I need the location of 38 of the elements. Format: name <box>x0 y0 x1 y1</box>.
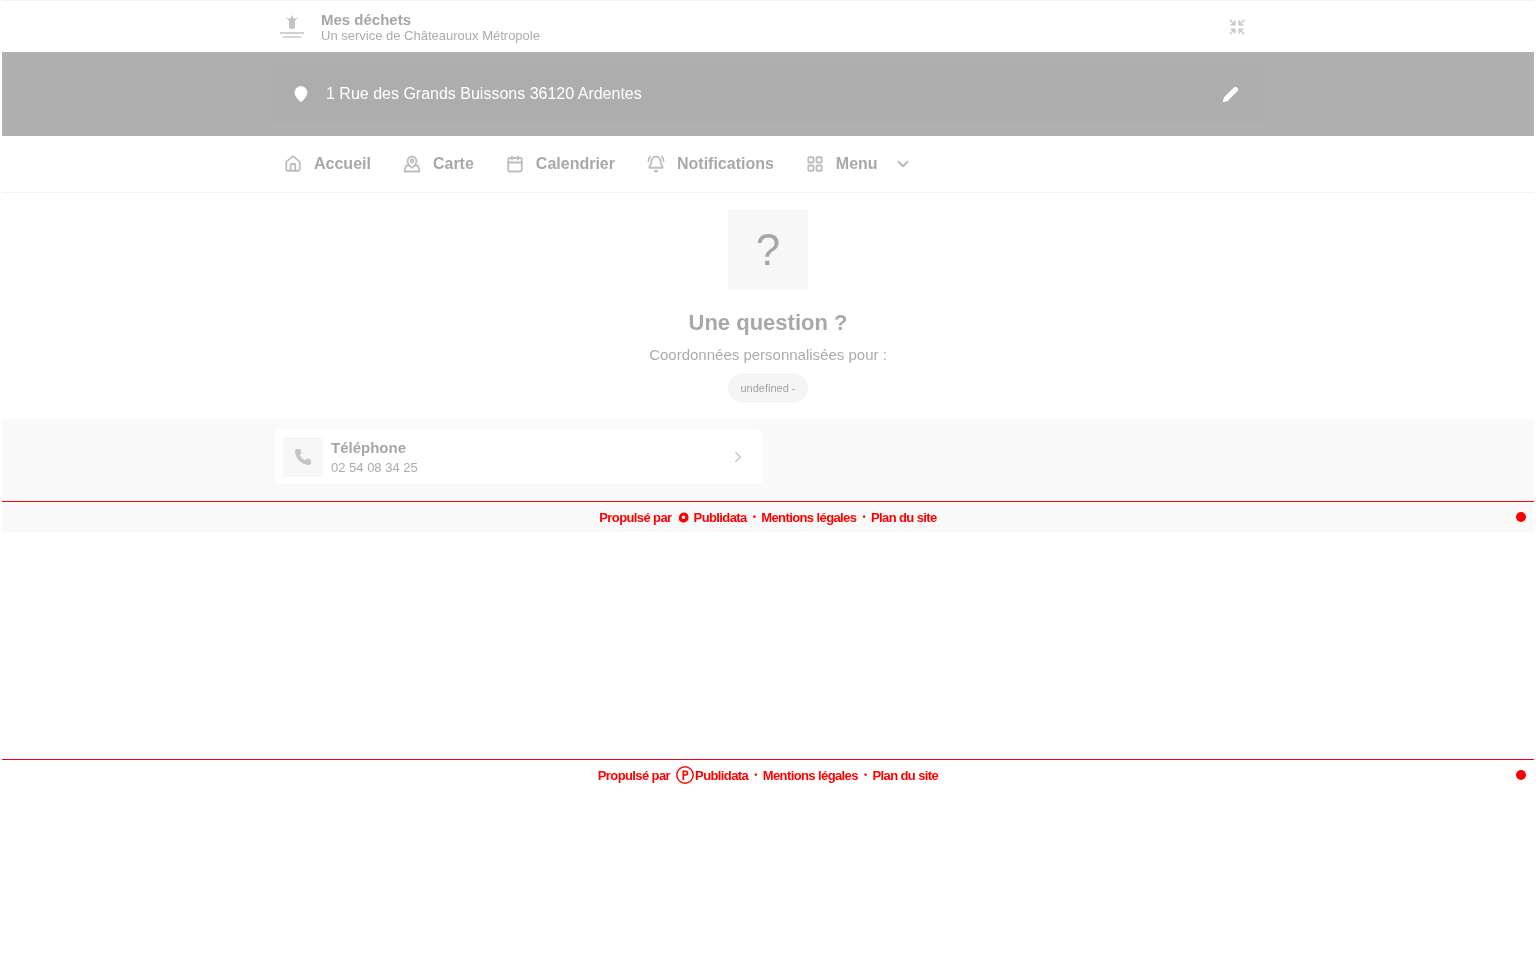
collapse-icon <box>1228 17 1246 36</box>
question-mark-tile: ? <box>728 210 808 290</box>
app-subtitle: Un service de Châteauroux Métropole <box>321 28 540 42</box>
location-pin-icon <box>292 85 310 103</box>
footer-link[interactable]: Mentions légales <box>761 510 857 524</box>
map-icon <box>402 155 421 173</box>
address-tag: undefined - <box>728 373 808 403</box>
nav-link[interactable]: Calendrier <box>495 144 625 184</box>
brand-link[interactable]: Publidata <box>677 510 747 524</box>
calendar-icon <box>505 155 524 173</box>
contact-title: Une question ? <box>688 312 848 334</box>
separator-dot: • <box>863 770 867 780</box>
contact-card[interactable]: Téléphone 02 54 08 34 25 <box>275 429 763 484</box>
grid-icon <box>805 155 824 173</box>
footer-link[interactable]: Plan du site <box>870 510 937 524</box>
menu-dropdown[interactable]: Menu <box>795 144 922 184</box>
powered-by-text: Propulsé par <box>597 768 671 782</box>
footer-link[interactable]: Plan du site <box>872 768 939 782</box>
separator-dot: • <box>752 512 756 522</box>
separator-dot: • <box>754 770 757 780</box>
contact-subtitle: Coordonnées personnalisées pour : <box>649 347 887 362</box>
logo-icon <box>677 511 689 523</box>
separator-dot: • <box>862 512 865 522</box>
phone-number: 02 54 08 34 25 <box>331 460 419 474</box>
home-icon <box>284 155 302 173</box>
contact-label: Téléphone <box>331 439 407 455</box>
nav-link[interactable]: Carte <box>392 144 484 184</box>
powered-by-text: Propulsé par <box>599 510 672 524</box>
nav-link[interactable]: Accueil <box>275 144 381 184</box>
bell-icon <box>646 155 665 173</box>
footer-link[interactable]: Mentions légales <box>762 768 858 782</box>
brand-link[interactable]: Publidata <box>676 766 749 784</box>
phone-icon <box>283 436 323 477</box>
address-text: 1 Rue des Grands Buissons 36120 Ardentes <box>326 84 642 104</box>
logo-icon <box>676 766 695 784</box>
app-title: Mes déchets <box>321 11 413 27</box>
pencil-icon <box>1221 85 1239 103</box>
nav-link[interactable]: Notifications <box>636 144 784 184</box>
